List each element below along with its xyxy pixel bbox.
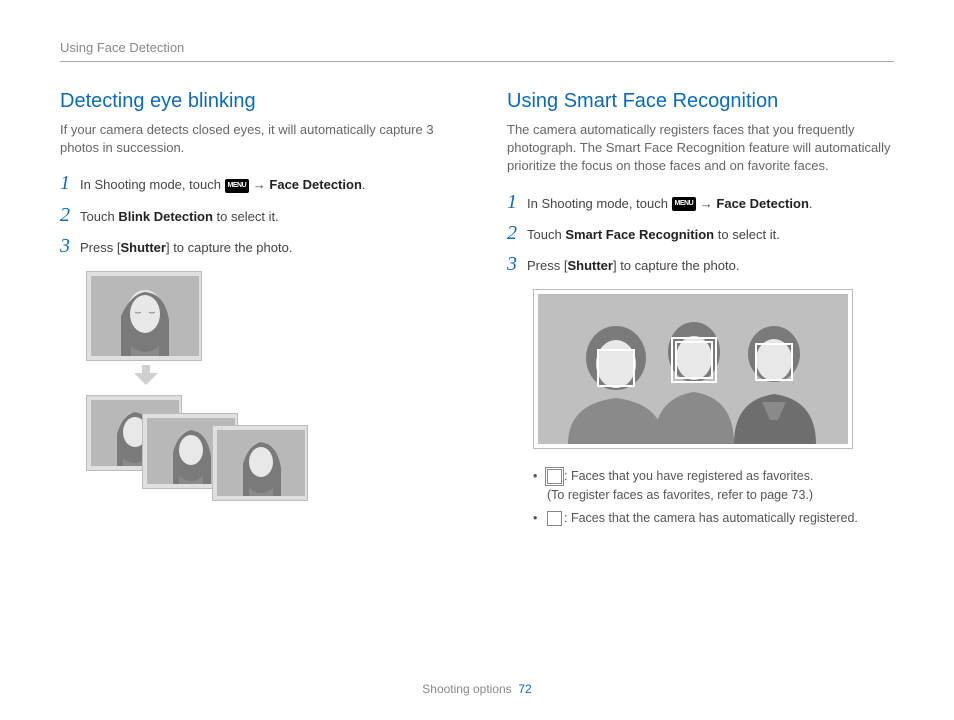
step-number: 3: [60, 236, 80, 256]
step-number: 2: [507, 223, 527, 243]
menu-icon: MENU: [225, 179, 250, 193]
left-column: Detecting eye blinking If your camera de…: [60, 90, 447, 531]
down-arrow-icon: [126, 365, 166, 391]
photo-closed-eyes: [86, 271, 202, 361]
step-number: 3: [507, 254, 527, 274]
left-step-1: 1 In Shooting mode, touch MENU → Face De…: [60, 173, 447, 194]
step-text: In Shooting mode, touch MENU → Face Dete…: [527, 192, 813, 213]
step-text: Press [Shutter] to capture the photo.: [527, 254, 739, 275]
group-illustration: [533, 289, 853, 449]
step-text: In Shooting mode, touch MENU → Face Dete…: [80, 173, 366, 194]
left-step-3: 3 Press [Shutter] to capture the photo.: [60, 236, 447, 257]
right-title: Using Smart Face Recognition: [507, 90, 894, 113]
right-column: Using Smart Face Recognition The camera …: [507, 90, 894, 531]
step-text: Touch Blink Detection to select it.: [80, 205, 279, 226]
double-frame-icon: [547, 469, 562, 484]
single-frame-icon: [547, 511, 562, 526]
right-step-1: 1 In Shooting mode, touch MENU → Face De…: [507, 192, 894, 213]
footer-page-number: 72: [518, 682, 531, 696]
footer-section: Shooting options: [422, 682, 511, 696]
bullet-favorites: • : Faces that you have registered as fa…: [533, 467, 894, 505]
right-step-3: 3 Press [Shutter] to capture the photo.: [507, 254, 894, 275]
left-title: Detecting eye blinking: [60, 90, 447, 113]
step-text: Touch Smart Face Recognition to select i…: [527, 223, 780, 244]
bullet-list: • : Faces that you have registered as fa…: [533, 467, 894, 527]
menu-icon: MENU: [672, 197, 697, 211]
blink-illustration: [86, 271, 346, 515]
cascade-photo-3: [212, 425, 308, 501]
right-intro: The camera automatically registers faces…: [507, 121, 894, 176]
content-columns: Detecting eye blinking If your camera de…: [60, 90, 894, 531]
step-number: 2: [60, 205, 80, 225]
step-number: 1: [60, 173, 80, 193]
left-intro: If your camera detects closed eyes, it w…: [60, 121, 447, 157]
left-step-2: 2 Touch Blink Detection to select it.: [60, 205, 447, 226]
bullet-auto: • : Faces that the camera has automatica…: [533, 509, 894, 528]
right-step-2: 2 Touch Smart Face Recognition to select…: [507, 223, 894, 244]
step-number: 1: [507, 192, 527, 212]
photo-cascade: [86, 395, 346, 515]
page-header: Using Face Detection: [60, 40, 894, 62]
page-footer: Shooting options 72: [0, 682, 954, 696]
step-text: Press [Shutter] to capture the photo.: [80, 236, 292, 257]
